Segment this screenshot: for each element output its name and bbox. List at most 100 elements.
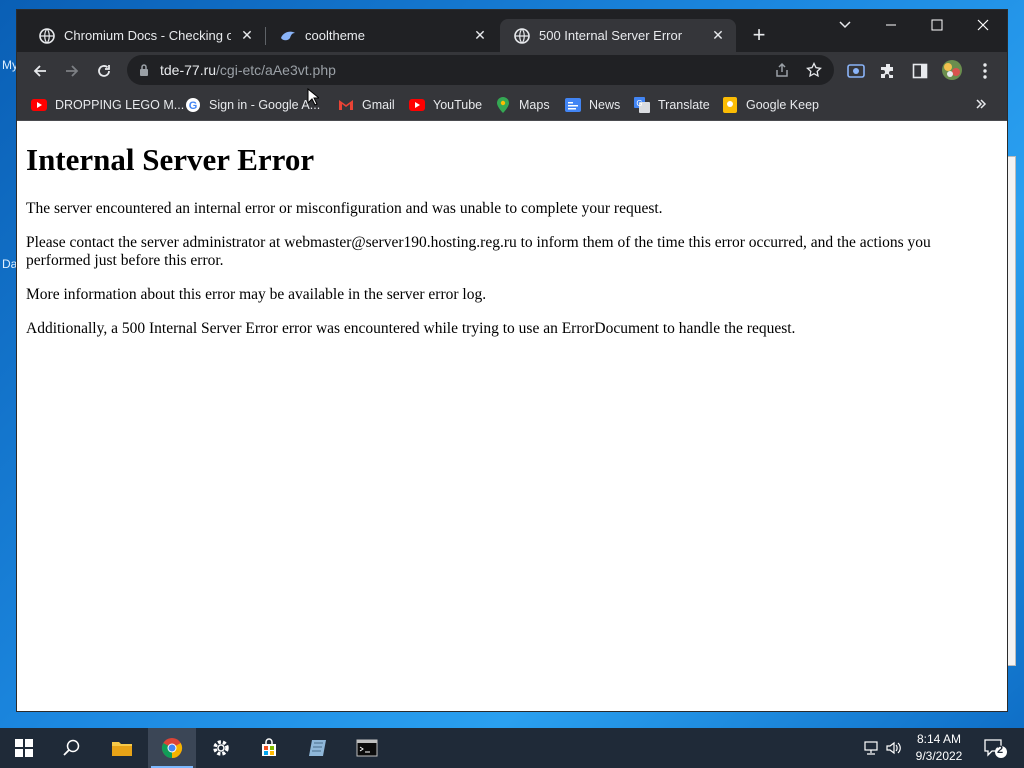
news-icon <box>565 97 581 113</box>
minimize-icon <box>886 24 896 26</box>
minimize-button[interactable] <box>868 10 914 40</box>
back-button[interactable] <box>26 57 54 85</box>
store-icon <box>262 738 276 756</box>
error-paragraph: More information about this error may be… <box>26 286 487 303</box>
share-icon[interactable] <box>772 60 792 80</box>
translate-icon: G <box>634 97 650 113</box>
youtube-icon <box>409 97 425 113</box>
clock-time: 8:14 AM <box>916 732 962 746</box>
tab-chromium-docs[interactable]: Chromium Docs - Checking out ✕ <box>25 19 265 52</box>
close-tab-icon[interactable]: ✕ <box>470 26 490 46</box>
clock-date: 9/3/2022 <box>915 749 963 763</box>
bookmark-label: Gmail <box>362 98 395 112</box>
extensions-icon[interactable] <box>877 60 899 82</box>
notifications-button[interactable]: 2 <box>980 728 1010 768</box>
url-domain: tde-77.ru <box>160 62 217 78</box>
error-paragraph: Please contact the server administrator … <box>26 234 931 269</box>
tab-search-button[interactable] <box>822 10 868 40</box>
bookmarks-overflow-button[interactable] <box>975 95 987 115</box>
chevron-down-icon <box>839 21 851 29</box>
google-icon: G <box>185 97 201 113</box>
close-icon <box>977 19 989 31</box>
youtube-icon <box>31 97 47 113</box>
desktop-icon-label[interactable]: Da <box>2 257 17 271</box>
taskbar-clock[interactable]: 8:14 AM 9/3/2022 <box>904 731 974 765</box>
reload-icon <box>98 65 110 77</box>
store-taskbar-button[interactable] <box>245 728 293 768</box>
bookmark-maps[interactable]: Maps <box>495 95 550 115</box>
gmail-icon <box>338 97 354 113</box>
svg-text:G: G <box>189 100 198 112</box>
bookmark-label: Translate <box>658 98 710 112</box>
tab-title: Chromium Docs - Checking out <box>64 28 231 43</box>
close-tab-icon[interactable]: ✕ <box>237 26 257 46</box>
side-panel-icon[interactable] <box>909 60 931 82</box>
page-content: Internal Server Error The server encount… <box>17 122 1007 711</box>
error-paragraph: Additionally, a 500 Internal Server Erro… <box>26 320 796 337</box>
forward-arrow-icon <box>66 65 79 77</box>
theme-icon <box>280 28 296 44</box>
close-window-button[interactable] <box>960 10 1006 40</box>
terminal-taskbar-button[interactable] <box>343 728 391 768</box>
taskbar: 8:14 AM 9/3/2022 2 <box>0 728 1024 768</box>
gear-icon <box>213 740 229 756</box>
bookmark-star-icon[interactable] <box>804 60 824 80</box>
close-tab-icon[interactable]: ✕ <box>708 26 728 46</box>
double-chevron-right-icon <box>975 98 987 113</box>
notification-count: 2 <box>996 744 1004 756</box>
new-tab-button[interactable]: + <box>748 24 770 47</box>
bookmark-label: Sign in - Google A... <box>209 98 321 112</box>
file-explorer-button[interactable] <box>98 728 146 768</box>
maximize-button[interactable] <box>914 10 960 40</box>
url-path: /cgi-etc/aAe3vt.php <box>216 62 336 78</box>
bookmark-youtube[interactable]: YouTube <box>409 95 482 115</box>
reload-button[interactable] <box>90 57 118 85</box>
tab-title: cooltheme <box>305 28 365 43</box>
search-icon <box>63 739 80 756</box>
menu-icon[interactable] <box>974 60 996 82</box>
settings-taskbar-button[interactable] <box>197 728 245 768</box>
bookmark-label: Maps <box>519 98 550 112</box>
url-text[interactable]: tde-77.ru/cgi-etc/aAe3vt.php <box>160 62 336 78</box>
bookmark-dropping-lego[interactable]: DROPPING LEGO M... <box>31 95 184 115</box>
back-arrow-icon <box>33 65 46 77</box>
profile-avatar-icon[interactable] <box>940 58 964 82</box>
notepad-icon <box>309 740 326 756</box>
forward-button[interactable] <box>58 57 86 85</box>
chrome-icon <box>161 738 183 759</box>
address-bar[interactable]: tde-77.ru/cgi-etc/aAe3vt.php <box>127 55 834 85</box>
bookmark-news[interactable]: News <box>565 95 620 115</box>
bookmark-label: DROPPING LEGO M... <box>55 98 185 112</box>
error-paragraph: The server encountered an internal error… <box>26 200 663 217</box>
tab-cooltheme[interactable]: cooltheme ✕ <box>266 19 498 52</box>
maps-icon <box>495 97 511 113</box>
bookmarks-bar: DROPPING LEGO M... G Sign in - Google A.… <box>17 89 1007 121</box>
globe-icon <box>39 27 55 44</box>
maximize-icon <box>931 19 943 31</box>
search-button[interactable] <box>48 728 96 768</box>
globe-icon <box>514 27 530 44</box>
bookmark-google-keep[interactable]: Google Keep <box>722 95 819 115</box>
tab-strip: Chromium Docs - Checking out ✕ cooltheme… <box>17 10 1007 52</box>
media-icon[interactable] <box>845 60 867 82</box>
browser-window: Chromium Docs - Checking out ✕ cooltheme… <box>17 10 1007 711</box>
tab-500-error[interactable]: 500 Internal Server Error ✕ <box>500 19 736 52</box>
mouse-cursor-icon <box>307 87 321 111</box>
network-icon[interactable] <box>858 728 884 768</box>
bookmark-sign-in-google[interactable]: G Sign in - Google A... <box>185 95 320 115</box>
bookmark-translate[interactable]: G Translate <box>634 95 710 115</box>
lock-icon[interactable] <box>138 63 150 82</box>
tab-title: 500 Internal Server Error <box>539 28 683 43</box>
bookmark-label: YouTube <box>433 98 483 112</box>
page-heading: Internal Server Error <box>26 142 315 177</box>
desktop-icon-label[interactable]: My <box>2 58 18 72</box>
volume-icon[interactable] <box>882 728 906 768</box>
bookmark-gmail[interactable]: Gmail <box>338 95 395 115</box>
bookmark-label: News <box>589 98 621 112</box>
chrome-taskbar-button[interactable] <box>148 728 196 768</box>
svg-text:G: G <box>636 99 642 108</box>
bookmark-label: Google Keep <box>746 98 819 112</box>
app-taskbar-button[interactable] <box>294 728 342 768</box>
start-button[interactable] <box>0 728 48 768</box>
keep-icon <box>722 97 738 113</box>
